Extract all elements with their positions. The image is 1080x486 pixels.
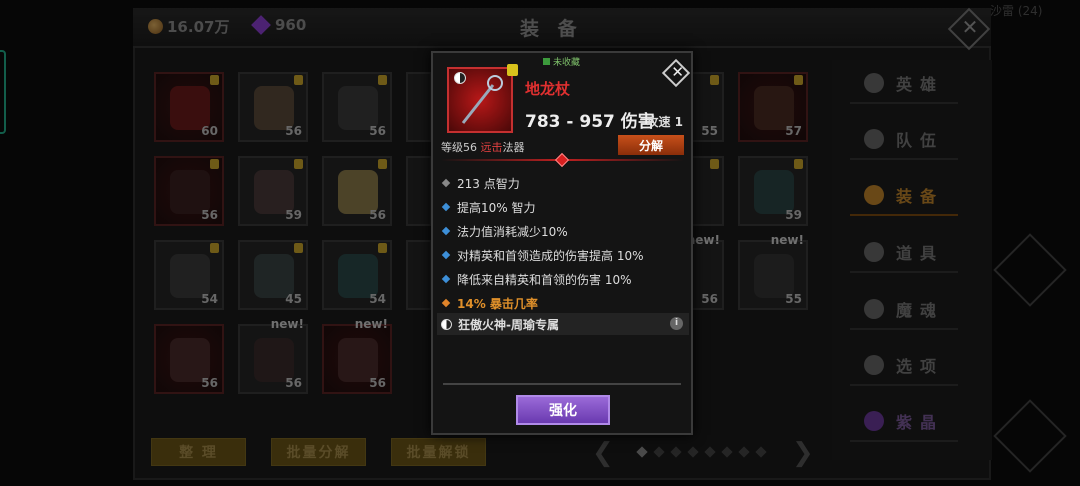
set-bonus-row[interactable]: 狂傲火神-周瑜专属 i: [437, 313, 689, 335]
stat-list: 213 点智力 提高10% 智力 法力值消耗减少10% 对精英和首领造成的伤害提…: [441, 171, 644, 315]
bullet-icon: [441, 274, 451, 284]
stat-line: 14% 暴击几率: [441, 291, 644, 315]
split-button[interactable]: 分解: [618, 135, 684, 155]
popup-close-button[interactable]: ✕: [661, 58, 691, 88]
staff-icon: [461, 75, 503, 124]
item-detail-popup: 未收藏 地龙杖 783 - 957 伤害 攻速 1 ✕ 等级56 远击法器 分解…: [431, 51, 693, 435]
yin-yang-icon: [441, 318, 452, 330]
item-name: 地龙杖: [525, 80, 571, 98]
bullet-icon: [441, 226, 451, 236]
stat-line: 对精英和首领造成的伤害提高 10%: [441, 243, 644, 267]
bookmark-icon: [543, 58, 550, 65]
strengthen-button[interactable]: 强化: [516, 395, 610, 425]
item-damage: 783 - 957 伤害: [525, 112, 655, 132]
stat-line: 降低来自精英和首领的伤害 10%: [441, 267, 644, 291]
bullet-icon: [441, 202, 451, 212]
info-icon[interactable]: i: [670, 317, 683, 330]
bullet-icon: [441, 250, 451, 260]
close-icon: ✕: [671, 62, 684, 81]
item-portrait: [447, 64, 518, 133]
attack-speed: 攻速 1: [646, 115, 683, 129]
bullet-icon: [441, 298, 451, 308]
divider-gem-icon: [554, 152, 570, 168]
bullet-icon: [441, 178, 451, 188]
favorite-toggle[interactable]: 未收藏: [543, 55, 580, 68]
stat-line: 法力值消耗减少10%: [441, 219, 644, 243]
stat-line: 提高10% 智力: [441, 195, 644, 219]
item-level-line: 等级56 远击法器: [441, 141, 525, 154]
divider: [443, 383, 681, 385]
stat-line: 213 点智力: [441, 171, 644, 195]
